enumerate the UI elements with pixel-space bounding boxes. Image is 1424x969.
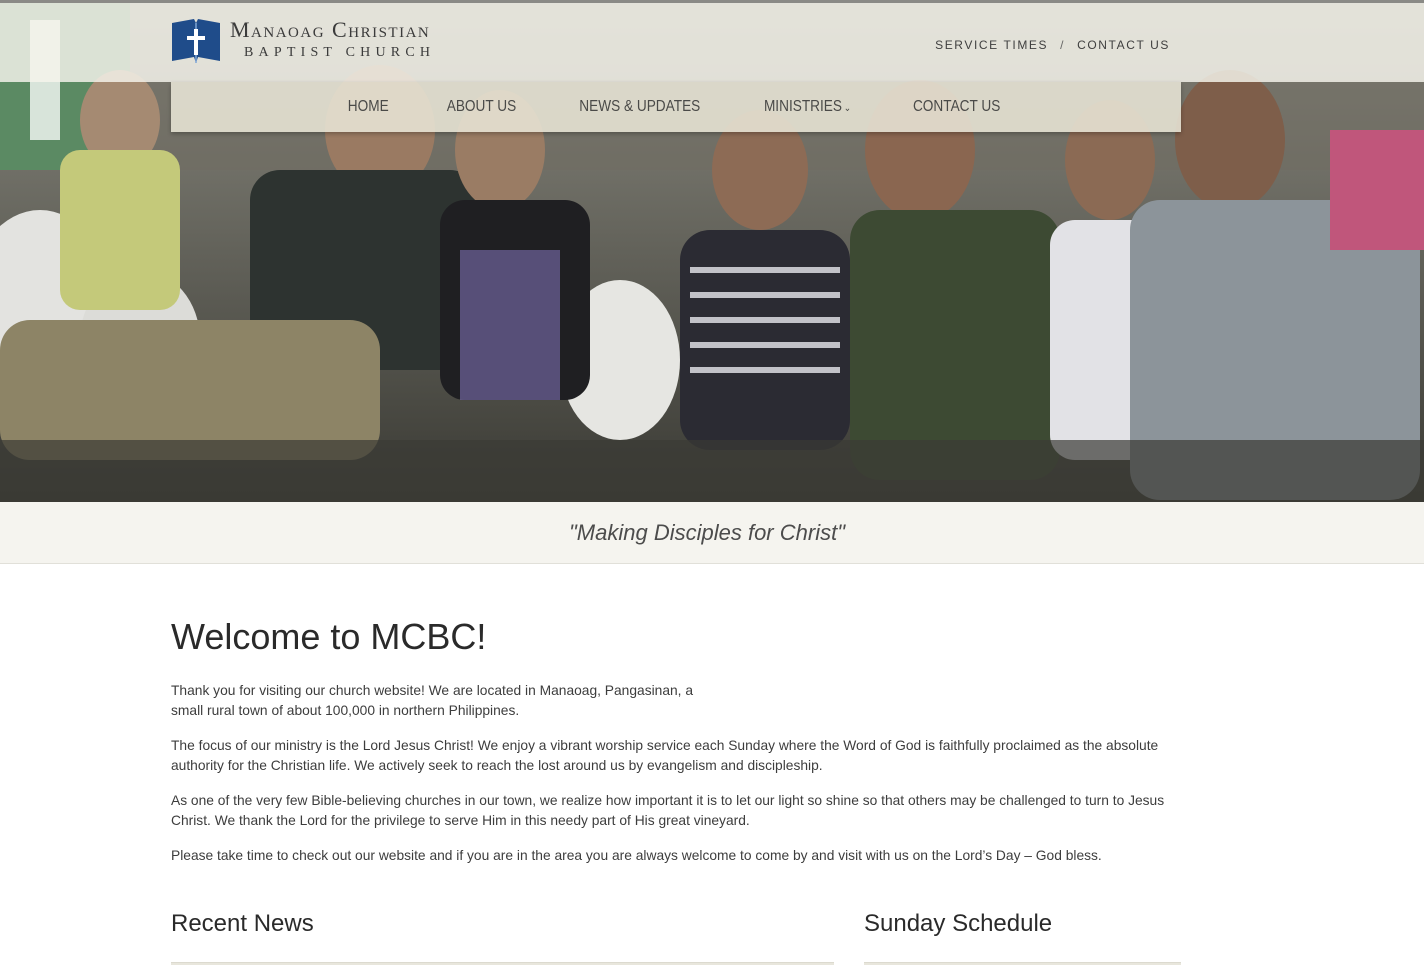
- nav-item-label: MINISTRIES: [764, 98, 843, 115]
- recent-news-heading: Recent News: [171, 910, 314, 937]
- recent-news-divider: [171, 962, 834, 965]
- service-times-link[interactable]: SERVICE TIMES: [935, 38, 1048, 52]
- nav-item-contact-us[interactable]: CONTACT US: [891, 98, 1022, 116]
- utility-contact-link[interactable]: CONTACT US: [1077, 38, 1170, 52]
- tagline: "Making Disciples for Christ": [568, 519, 846, 545]
- nav-item-about-us[interactable]: ABOUT US: [425, 98, 538, 116]
- page-title: Welcome to MCBC!: [171, 616, 487, 657]
- chevron-down-icon: ⌄: [844, 103, 852, 114]
- welcome-paragraph: Thank you for visiting our church websit…: [171, 683, 694, 718]
- welcome-paragraph: The focus of our ministry is the Lord Je…: [171, 738, 1159, 773]
- logo-name-line1: Manaoag Christian: [230, 17, 431, 42]
- utility-separator: /: [1060, 38, 1066, 52]
- nav-item-ministries[interactable]: MINISTRIES ⌄: [742, 98, 873, 116]
- nav-item-label: NEWS & UPDATES: [579, 98, 701, 115]
- site-logo[interactable]: Manaoag Christian BAPTIST CHURCH: [170, 17, 435, 65]
- welcome-paragraph: As one of the very few Bible-believing c…: [171, 793, 1165, 828]
- sunday-schedule-heading: Sunday Schedule: [864, 910, 1053, 937]
- nav-item-label: ABOUT US: [446, 98, 517, 115]
- logo-name-line2: BAPTIST CHURCH: [244, 45, 436, 60]
- hero-banner: Manaoag Christian BAPTIST CHURCH SERVICE…: [0, 0, 1424, 502]
- site-header: Manaoag Christian BAPTIST CHURCH SERVICE…: [0, 0, 1424, 82]
- welcome-paragraph: Please take time to check out our websit…: [171, 848, 1102, 863]
- tagline-band: "Making Disciples for Christ": [0, 502, 1424, 564]
- nav-item-label: HOME: [348, 98, 390, 115]
- nav-item-label: CONTACT US: [913, 98, 1001, 115]
- nav-item-home[interactable]: HOME: [326, 98, 411, 116]
- main-nav: HOME ABOUT US NEWS & UPDATES MINISTRIES ⌄…: [171, 82, 1181, 132]
- bible-cross-icon: [172, 19, 220, 63]
- utility-nav: SERVICE TIMES / CONTACT US: [935, 38, 1170, 52]
- nav-item-news-updates[interactable]: NEWS & UPDATES: [557, 98, 722, 116]
- welcome-section: Welcome to MCBC! Thank you for visiting …: [171, 600, 1181, 881]
- sunday-schedule-divider: [864, 962, 1181, 965]
